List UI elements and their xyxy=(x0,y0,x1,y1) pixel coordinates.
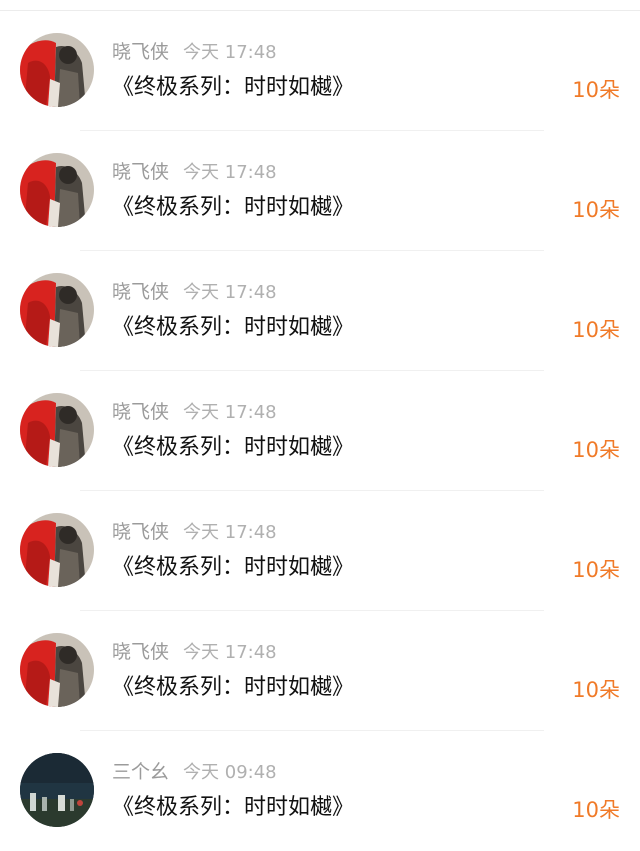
comment-item[interactable]: 晓飞侠 今天 17:48 《终极系列：时时如樾》 10朵 xyxy=(0,491,640,611)
comment-meta: 晓飞侠 今天 17:48 xyxy=(112,159,277,185)
comment-list: 晓飞侠 今天 17:48 《终极系列：时时如樾》 10朵 晓飞侠 今天 17:48 … xyxy=(0,11,640,851)
comment-text: 《终极系列：时时如樾》 xyxy=(112,435,355,460)
red-figure-avatar-icon xyxy=(20,33,94,107)
user-avatar[interactable] xyxy=(20,273,94,347)
comment-time: 今天 17:48 xyxy=(183,162,277,183)
author-name[interactable]: 晓飞侠 xyxy=(112,161,169,183)
author-name[interactable]: 晓飞侠 xyxy=(112,521,169,543)
comment-text: 《终极系列：时时如樾》 xyxy=(112,195,355,220)
user-avatar[interactable] xyxy=(20,753,94,827)
comment-item[interactable]: 三个幺 今天 09:48 《终极系列：时时如樾》 10朵 xyxy=(0,731,640,851)
red-figure-avatar-icon xyxy=(20,273,94,347)
comment-text: 《终极系列：时时如樾》 xyxy=(112,75,355,100)
author-name[interactable]: 晓飞侠 xyxy=(112,401,169,423)
comment-time: 今天 17:48 xyxy=(183,642,277,663)
night-street-avatar-icon xyxy=(20,753,94,827)
author-name[interactable]: 晓飞侠 xyxy=(112,641,169,663)
gift-count: 10朵 xyxy=(572,798,620,822)
red-figure-avatar-icon xyxy=(20,633,94,707)
comment-text: 《终极系列：时时如樾》 xyxy=(112,315,355,340)
gift-count: 10朵 xyxy=(572,678,620,702)
comment-time: 今天 17:48 xyxy=(183,282,277,303)
red-figure-avatar-icon xyxy=(20,513,94,587)
gift-count: 10朵 xyxy=(572,198,620,222)
author-name[interactable]: 晓飞侠 xyxy=(112,41,169,63)
comment-item[interactable]: 晓飞侠 今天 17:48 《终极系列：时时如樾》 10朵 xyxy=(0,611,640,731)
comment-item[interactable]: 晓飞侠 今天 17:48 《终极系列：时时如樾》 10朵 xyxy=(0,131,640,251)
gift-count: 10朵 xyxy=(572,318,620,342)
user-avatar[interactable] xyxy=(20,633,94,707)
comment-time: 今天 17:48 xyxy=(183,42,277,63)
gift-count: 10朵 xyxy=(572,558,620,582)
red-figure-avatar-icon xyxy=(20,393,94,467)
user-avatar[interactable] xyxy=(20,153,94,227)
comment-meta: 晓飞侠 今天 17:48 xyxy=(112,639,277,665)
comment-meta: 晓飞侠 今天 17:48 xyxy=(112,279,277,305)
comment-meta: 晓飞侠 今天 17:48 xyxy=(112,519,277,545)
red-figure-avatar-icon xyxy=(20,153,94,227)
gift-count: 10朵 xyxy=(572,438,620,462)
comment-meta: 晓飞侠 今天 17:48 xyxy=(112,39,277,65)
comment-time: 今天 17:48 xyxy=(183,402,277,423)
user-avatar[interactable] xyxy=(20,33,94,107)
comment-text: 《终极系列：时时如樾》 xyxy=(112,675,355,700)
comment-meta: 晓飞侠 今天 17:48 xyxy=(112,399,277,425)
author-name[interactable]: 三个幺 xyxy=(112,761,169,783)
comment-meta: 三个幺 今天 09:48 xyxy=(112,759,277,785)
gift-count: 10朵 xyxy=(572,78,620,102)
comment-time: 今天 09:48 xyxy=(183,762,277,783)
comment-item[interactable]: 晓飞侠 今天 17:48 《终极系列：时时如樾》 10朵 xyxy=(0,251,640,371)
author-name[interactable]: 晓飞侠 xyxy=(112,281,169,303)
comment-time: 今天 17:48 xyxy=(183,522,277,543)
comment-item[interactable]: 晓飞侠 今天 17:48 《终极系列：时时如樾》 10朵 xyxy=(0,371,640,491)
user-avatar[interactable] xyxy=(20,513,94,587)
comment-text: 《终极系列：时时如樾》 xyxy=(112,555,355,580)
comment-text: 《终极系列：时时如樾》 xyxy=(112,795,355,820)
comment-item[interactable]: 晓飞侠 今天 17:48 《终极系列：时时如樾》 10朵 xyxy=(0,11,640,131)
user-avatar[interactable] xyxy=(20,393,94,467)
